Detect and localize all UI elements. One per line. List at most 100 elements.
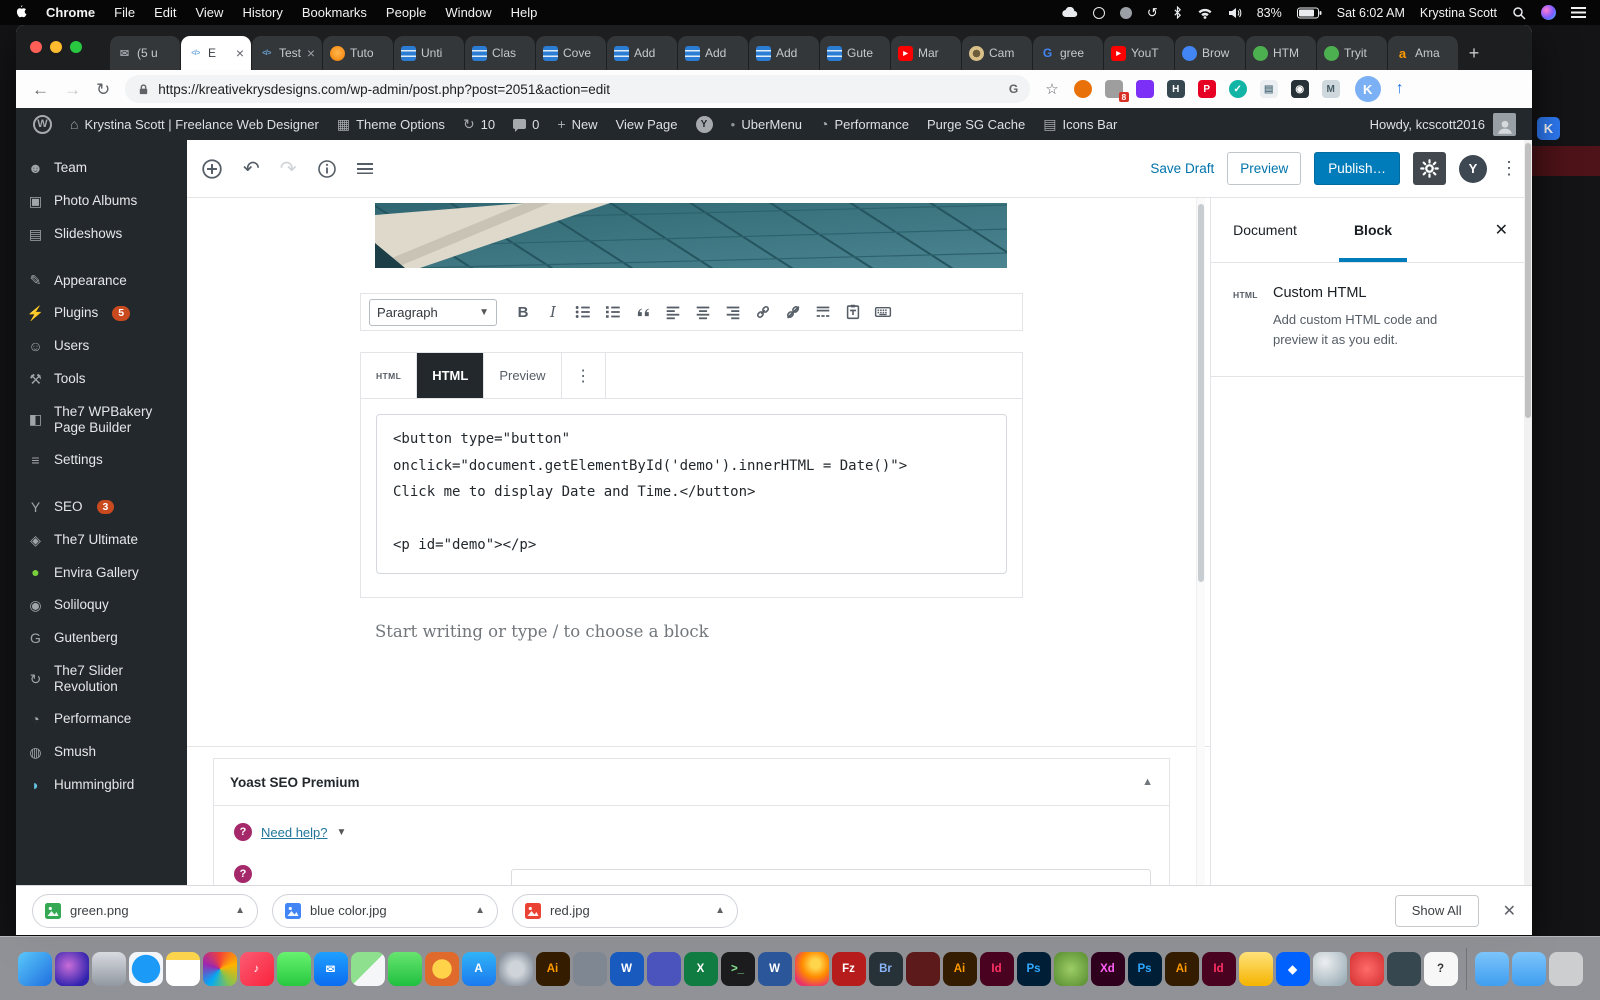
dock-xd-icon[interactable]: Xd [1091,952,1125,986]
extension-orange-icon[interactable] [1074,80,1092,98]
dock-utility-icon[interactable] [573,952,607,986]
browser-tab[interactable]: Add [749,36,819,70]
desktop-icon-k[interactable]: K [1537,117,1560,140]
profile-avatar[interactable]: K [1355,76,1381,102]
dock-finder-icon[interactable] [18,952,52,986]
browser-tab[interactable]: Tuto [323,36,393,70]
sidebar-item-plugins[interactable]: ⚡Plugins5 [16,297,187,330]
publish-button[interactable]: Publish… [1314,152,1400,185]
dock-help-icon[interactable]: ? [1424,952,1458,986]
record-status-icon[interactable] [1093,7,1105,19]
need-help-link[interactable]: Need help? [261,825,328,840]
help-question-icon[interactable]: ? [234,823,252,841]
dock-navy-app-icon[interactable] [647,952,681,986]
paragraph-style-dropdown[interactable]: Paragraph▼ [369,299,497,326]
collapse-icon[interactable]: ▲ [1142,776,1153,788]
numbered-list-icon[interactable] [601,300,625,324]
dock-indesign-2-icon[interactable]: Id [1202,952,1236,986]
dock-word-2-icon[interactable]: W [758,952,792,986]
dock-word-icon[interactable]: W [610,952,644,986]
menubar-app-name[interactable]: Chrome [46,5,95,20]
align-center-icon[interactable] [691,300,715,324]
block-inserter-icon[interactable] [201,158,223,180]
extension-gem-icon[interactable] [1136,80,1154,98]
editor-scrollbar[interactable] [1196,198,1205,885]
browser-tab[interactable]: Cove [536,36,606,70]
browser-tab[interactable]: aAma [1388,36,1458,70]
forward-icon[interactable]: → [64,81,81,98]
browser-scrollbar[interactable] [1524,140,1532,885]
dock-messages-icon[interactable] [277,952,311,986]
html-code-editor[interactable]: <button type="button"onclick="document.g… [376,414,1007,574]
siri-icon[interactable] [1541,5,1556,20]
dock-yellow-app-icon[interactable] [1239,952,1273,986]
metabox-input[interactable] [511,869,1151,885]
menubar-menu-file[interactable]: File [114,5,135,20]
address-bar[interactable]: https://kreativekrysdesigns.com/wp-admin… [125,75,1030,103]
browser-tab[interactable]: </>Test× [252,36,322,70]
chevron-up-icon[interactable]: ▲ [475,905,485,916]
url-text[interactable]: https://kreativekrysdesigns.com/wp-admin… [158,82,1001,97]
browser-tab[interactable]: Clas [465,36,535,70]
block-options-icon[interactable]: ⋮ [562,353,606,398]
adminbar-comments[interactable]: 0 [504,108,548,140]
sidebar-item-hummingbird[interactable]: ◗Hummingbird [16,769,187,802]
block-appender-placeholder[interactable]: Start writing or type / to choose a bloc… [375,622,709,641]
yoast-sidebar-button[interactable]: Y [1459,155,1487,183]
tab-document[interactable]: Document [1211,198,1319,262]
unlink-icon[interactable] [781,300,805,324]
dock-illustrator-3-icon[interactable]: Ai [1165,952,1199,986]
browser-tab[interactable]: Unti [394,36,464,70]
download-item[interactable]: red.jpg▲ [512,894,738,928]
block-navigation-icon[interactable] [357,163,373,174]
sidebar-item-envira-gallery[interactable]: ●Envira Gallery [16,556,187,589]
menubar-menu-help[interactable]: Help [511,5,538,20]
menubar-menu-bookmarks[interactable]: Bookmarks [302,5,367,20]
tab-close-icon[interactable]: × [236,46,244,60]
dock-illustrator-icon[interactable]: Ai [536,952,570,986]
extension-camera-icon[interactable]: ◉ [1291,80,1309,98]
redo-icon[interactable]: ↷ [280,159,297,179]
sidebar-item-slideshows[interactable]: ▤Slideshows [16,218,187,251]
adminbar-ubermenu[interactable]: ●UberMenu [722,108,812,140]
browser-tab[interactable]: ▶Mar [891,36,961,70]
sidebar-item-photo-albums[interactable]: ▣Photo Albums [16,185,187,218]
dock-system-preferences-icon[interactable] [499,952,533,986]
browser-tab-active[interactable]: </>E× [181,36,251,70]
dock-envira-icon[interactable] [1054,952,1088,986]
metabox-header[interactable]: Yoast SEO Premium ▲ [214,759,1169,806]
sidebar-item-seo[interactable]: YSEO3 [16,491,187,524]
bold-icon[interactable]: B [511,300,535,324]
globe-status-icon[interactable] [1120,7,1132,19]
download-item[interactable]: green.png▲ [32,894,258,928]
volume-icon[interactable] [1228,7,1242,19]
dock-maps-icon[interactable] [351,952,385,986]
preview-button[interactable]: Preview [1227,152,1301,185]
adminbar-new[interactable]: +New [548,108,606,140]
adminbar-site-name[interactable]: ⌂Krystina Scott | Freelance Web Designer [61,108,328,140]
bullet-list-icon[interactable] [571,300,595,324]
insert-more-icon[interactable] [811,300,835,324]
dock-terminal-icon[interactable]: >_ [721,952,755,986]
dock-excel-icon[interactable]: X [684,952,718,986]
extension-grid-icon[interactable]: ▤ [1260,80,1278,98]
quote-icon[interactable] [631,300,655,324]
adminbar-icons-bar[interactable]: ▤Icons Bar [1034,108,1126,140]
browser-tab[interactable]: Add [607,36,677,70]
close-settings-icon[interactable]: ✕ [1495,220,1524,240]
dock-red-orb-icon[interactable] [1350,952,1384,986]
content-structure-icon[interactable] [317,159,337,179]
browser-tab[interactable]: Cam [962,36,1032,70]
close-window-button[interactable] [30,41,42,53]
dock-photoshop-2-icon[interactable]: Ps [1128,952,1162,986]
dock-mail-icon[interactable]: ✉ [314,952,348,986]
extension-gray-icon[interactable]: 8 [1105,80,1123,98]
tab-html[interactable]: HTML [417,353,484,398]
apple-menu-icon[interactable] [14,4,27,22]
menubar-menu-view[interactable]: View [195,5,223,20]
sidebar-item-settings[interactable]: ≡Settings [16,444,187,477]
dock-siri-icon[interactable] [55,952,89,986]
extension-m-icon[interactable]: M [1322,80,1340,98]
wifi-icon[interactable] [1197,7,1213,19]
sidebar-item-soliloquy[interactable]: ◉Soliloquy [16,589,187,622]
